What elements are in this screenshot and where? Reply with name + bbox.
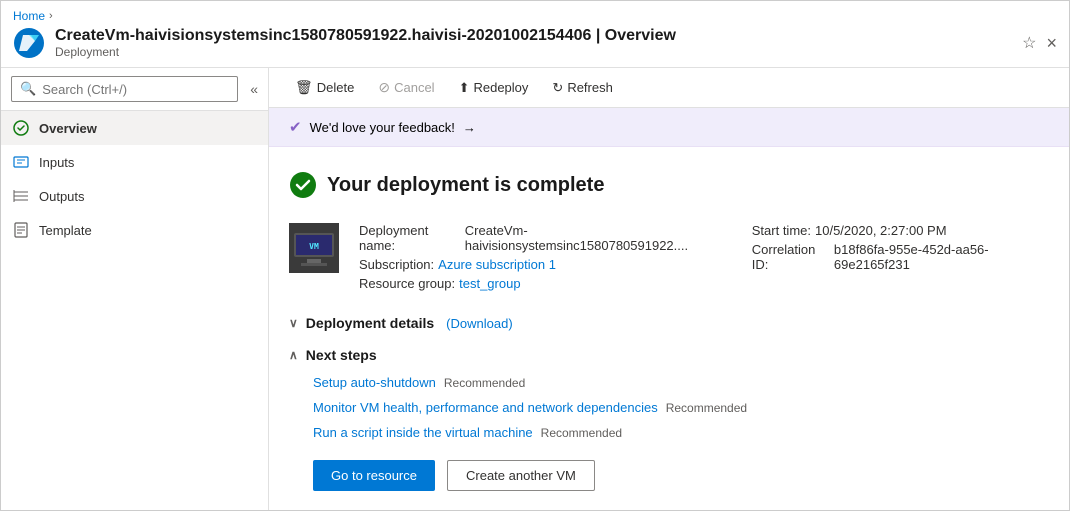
toolbar: 🗑 Delete ⊘ Cancel ⬆ Redeploy ↻ Refresh	[269, 68, 1069, 108]
overview-icon	[13, 120, 29, 136]
search-input-wrap: 🔍	[11, 76, 238, 102]
page-title: CreateVm-haivisionsystemsinc158078059192…	[55, 27, 1012, 45]
deployment-details-section: ∨ Deployment details (Download)	[289, 315, 1049, 331]
feedback-bar[interactable]: ✔ We'd love your feedback! →	[269, 108, 1069, 147]
subscription-row: Subscription: Azure subscription 1	[359, 257, 732, 272]
title-text-block: CreateVm-haivisionsystemsinc158078059192…	[55, 27, 1012, 59]
deployment-name-label: Deployment name:	[359, 223, 461, 253]
redeploy-label: Redeploy	[473, 80, 528, 95]
pin-icon[interactable]: ☆	[1022, 33, 1036, 53]
next-step-tag-2: Recommended	[541, 426, 622, 440]
redeploy-button[interactable]: ⬆ Redeploy	[449, 75, 539, 101]
title-bar: Home › CreateVm-haivisionsystemsinc15807…	[1, 1, 1069, 68]
refresh-label: Refresh	[567, 80, 613, 95]
redeploy-icon: ⬆	[459, 80, 470, 96]
go-to-resource-button[interactable]: Go to resource	[313, 460, 435, 491]
next-steps-label: Next steps	[306, 347, 377, 363]
deployment-details-chevron: ∨	[289, 316, 298, 330]
next-steps-chevron: ∧	[289, 348, 298, 362]
subscription-label: Subscription:	[359, 257, 434, 272]
start-time-value: 10/5/2020, 2:27:00 PM	[815, 223, 947, 238]
cancel-label: Cancel	[394, 80, 434, 95]
nav-item-template[interactable]: Template	[1, 213, 268, 247]
search-icon: 🔍	[20, 81, 36, 97]
next-steps-section: ∧ Next steps Setup auto-shutdown Recomme…	[289, 347, 1049, 491]
inputs-icon	[13, 154, 29, 170]
refresh-icon: ↻	[552, 80, 563, 96]
create-another-button[interactable]: Create another VM	[447, 460, 595, 491]
deployment-name-row: Deployment name: CreateVm-haivisionsyste…	[359, 223, 732, 253]
success-icon	[289, 171, 317, 199]
next-step-tag-1: Recommended	[666, 401, 747, 415]
next-step-link-2[interactable]: Run a script inside the virtual machine	[313, 425, 533, 440]
next-step-tag-0: Recommended	[444, 376, 525, 390]
search-input[interactable]	[42, 82, 229, 97]
nav-label-outputs: Outputs	[39, 189, 85, 204]
deployment-info: VM Deployment name: CreateVm-haivisionsy…	[289, 223, 1049, 291]
resource-group-value[interactable]: test_group	[459, 276, 520, 291]
delete-label: Delete	[317, 80, 355, 95]
nav-item-overview[interactable]: Overview	[1, 111, 268, 145]
next-step-link-1[interactable]: Monitor VM health, performance and netwo…	[313, 400, 658, 415]
content-body: Your deployment is complete VM	[269, 147, 1069, 510]
collapse-button[interactable]: «	[250, 81, 258, 97]
delete-icon: 🗑	[295, 79, 313, 96]
breadcrumb[interactable]: Home	[13, 9, 45, 23]
deployment-title: Your deployment is complete	[327, 174, 604, 197]
azure-deployment-icon	[13, 27, 45, 59]
next-steps-list: Setup auto-shutdown Recommended Monitor …	[289, 375, 1049, 440]
feedback-arrow: →	[463, 120, 476, 135]
nav-items: Overview Inputs	[1, 111, 268, 510]
deployment-details-label: Deployment details	[306, 315, 434, 331]
download-link[interactable]: (Download)	[446, 316, 512, 331]
feedback-text: We'd love your feedback!	[310, 120, 455, 135]
next-step-item-0: Setup auto-shutdown Recommended	[313, 375, 1049, 390]
search-area: 🔍 «	[1, 68, 268, 111]
nav-label-template: Template	[39, 223, 92, 238]
next-steps-header[interactable]: ∧ Next steps	[289, 347, 1049, 363]
sidebar: 🔍 « Overview	[1, 68, 269, 510]
content-area: 🗑 Delete ⊘ Cancel ⬆ Redeploy ↻ Refresh	[269, 68, 1069, 510]
nav-label-inputs: Inputs	[39, 155, 74, 170]
delete-button[interactable]: 🗑 Delete	[285, 74, 364, 101]
template-icon	[13, 222, 29, 238]
deployment-details-header[interactable]: ∨ Deployment details (Download)	[289, 315, 1049, 331]
nav-item-outputs[interactable]: Outputs	[1, 179, 268, 213]
next-step-link-0[interactable]: Setup auto-shutdown	[313, 375, 436, 390]
deployment-details-left: Deployment name: CreateVm-haivisionsyste…	[359, 223, 732, 291]
resource-group-row: Resource group: test_group	[359, 276, 732, 291]
cancel-icon: ⊘	[378, 79, 390, 96]
nav-label-overview: Overview	[39, 121, 97, 136]
start-time-row: Start time: 10/5/2020, 2:27:00 PM	[752, 223, 1049, 238]
correlation-value: b18f86fa-955e-452d-aa56-69e2165f231	[834, 242, 1049, 272]
page-subtitle: Deployment	[55, 45, 1012, 59]
deployment-thumbnail: VM	[289, 223, 339, 273]
feedback-icon: ✔	[289, 118, 302, 136]
action-buttons: Go to resource Create another VM	[289, 460, 1049, 491]
start-time-label: Start time:	[752, 223, 811, 238]
correlation-label: Correlation ID:	[752, 242, 830, 272]
cancel-button[interactable]: ⊘ Cancel	[368, 74, 444, 101]
breadcrumb-separator: ›	[49, 10, 53, 22]
outputs-icon	[13, 188, 29, 204]
subscription-value[interactable]: Azure subscription 1	[438, 257, 556, 272]
close-icon[interactable]: ×	[1046, 33, 1057, 54]
next-step-item-2: Run a script inside the virtual machine …	[313, 425, 1049, 440]
main-window: Home › CreateVm-haivisionsystemsinc15807…	[0, 0, 1070, 511]
refresh-button[interactable]: ↻ Refresh	[542, 75, 622, 101]
deployment-success-header: Your deployment is complete	[289, 171, 1049, 199]
main-layout: 🔍 « Overview	[1, 68, 1069, 510]
deployment-details-right: Start time: 10/5/2020, 2:27:00 PM Correl…	[752, 223, 1049, 291]
nav-item-inputs[interactable]: Inputs	[1, 145, 268, 179]
svg-text:VM: VM	[309, 242, 319, 251]
resource-group-label: Resource group:	[359, 276, 455, 291]
next-step-item-1: Monitor VM health, performance and netwo…	[313, 400, 1049, 415]
correlation-row: Correlation ID: b18f86fa-955e-452d-aa56-…	[752, 242, 1049, 272]
deployment-name-value: CreateVm-haivisionsystemsinc158078059192…	[465, 223, 732, 253]
